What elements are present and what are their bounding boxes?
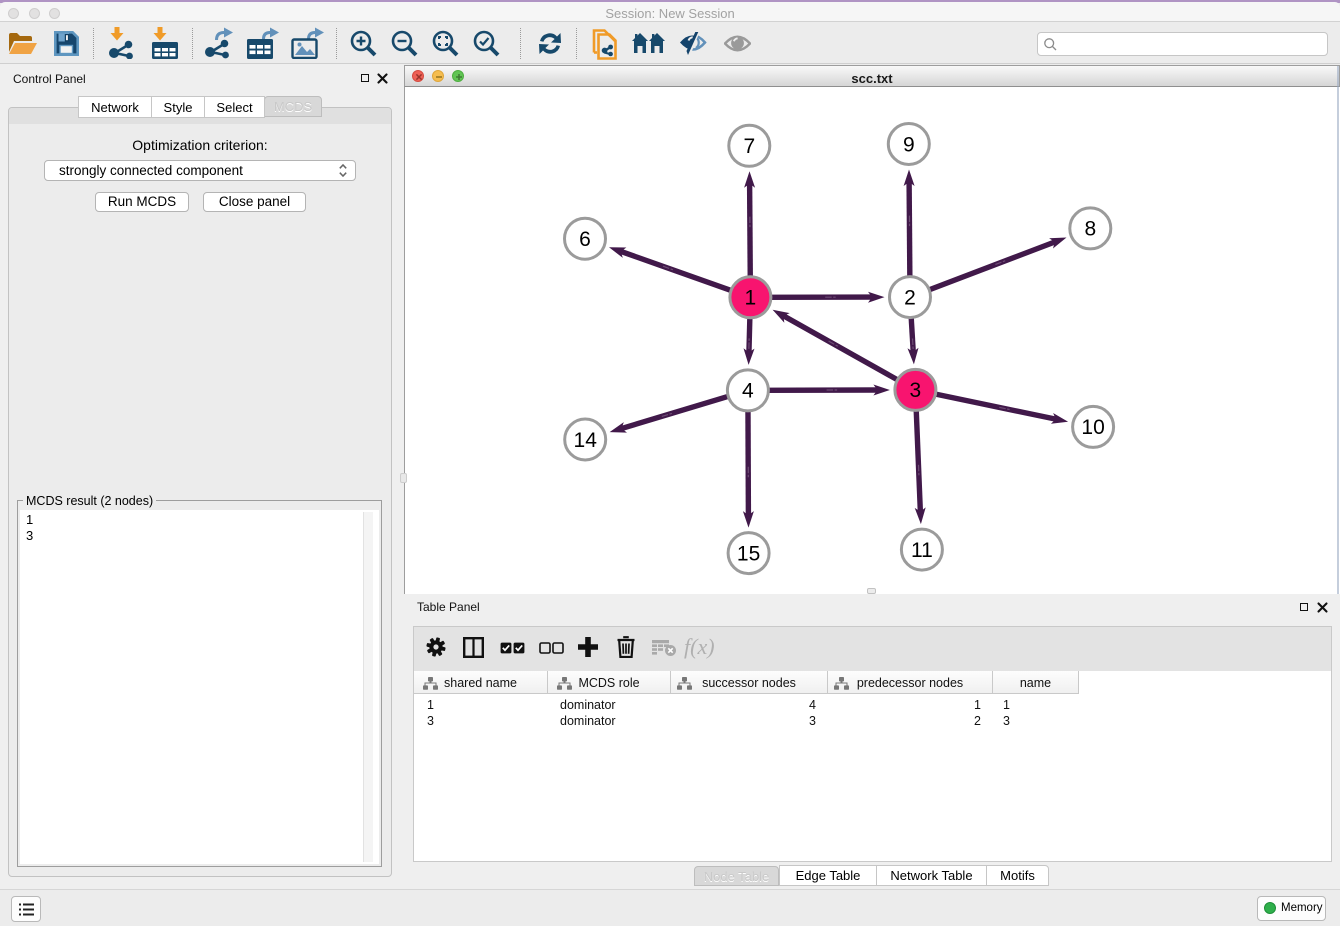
svg-text:1: 1 xyxy=(745,287,757,310)
svg-text:15: 15 xyxy=(737,542,760,565)
svg-text:6: 6 xyxy=(579,228,591,251)
svg-text:7: 7 xyxy=(743,135,755,158)
svg-text:4: 4 xyxy=(742,380,754,403)
svg-text:3: 3 xyxy=(910,379,922,402)
svg-text:8: 8 xyxy=(1084,218,1096,241)
svg-text:11: 11 xyxy=(911,539,933,562)
svg-text:10: 10 xyxy=(1081,416,1104,439)
svg-text:9: 9 xyxy=(903,133,915,156)
svg-text:14: 14 xyxy=(574,429,598,452)
svg-text:2: 2 xyxy=(904,286,916,309)
